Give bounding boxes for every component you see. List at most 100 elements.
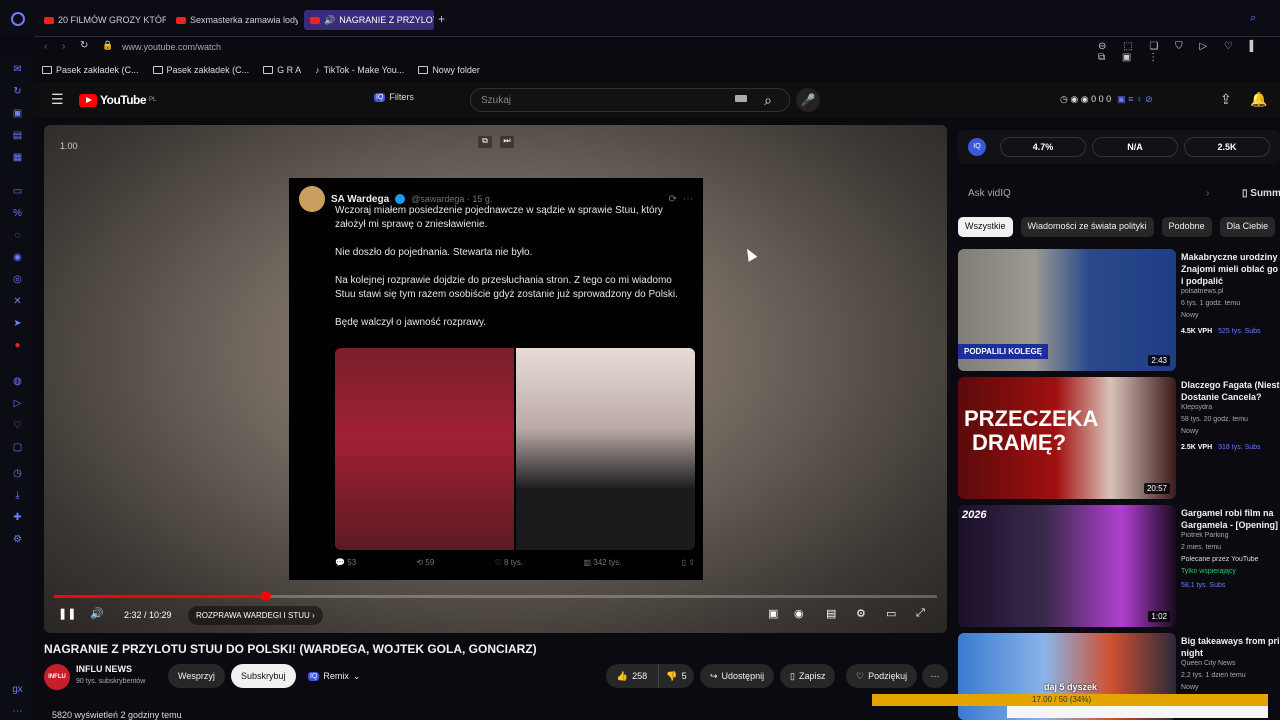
rec-badge: Nowy [1181,312,1199,319]
instagram-icon[interactable]: ◎ [12,274,23,285]
microphone-icon[interactable]: 🎤 [796,88,820,112]
video-player[interactable]: 1.00 ⧉ ⏭ SA Wardega @sawardega · 15 g. ⟳… [44,125,947,633]
percent-icon[interactable]: % [12,208,23,219]
support-button[interactable]: Wesprzyj [168,664,225,688]
send-icon[interactable]: › [1206,188,1209,199]
x-icon[interactable]: ✕ [12,296,23,307]
opera-logo-icon[interactable] [11,12,25,26]
channel-name[interactable]: INFLU NEWS [76,664,132,674]
bell-icon[interactable]: 🔔 [1250,91,1267,108]
summary-button[interactable]: ▯ Summ [1242,188,1280,199]
reload-icon[interactable]: ↻ [80,40,88,51]
twitch-icon[interactable]: ▭ [12,186,23,197]
autoplay-toggle-icon[interactable]: ◉ [794,607,804,620]
search-icon[interactable]: ⌕ [754,88,782,112]
browser-tab-bar: 20 FILMÓW GROZY KTÓRE Sexmasterka zamawi… [0,0,1280,36]
search-input[interactable]: Szukaj [470,88,790,112]
next-icon[interactable]: ⏭ [500,136,514,148]
scrubber-handle[interactable] [260,591,271,601]
thumbnail[interactable]: PRZECZEKA DRAMĘ? 20:57 [958,377,1176,499]
chip-for-you[interactable]: Dla Ciebie [1219,217,1276,237]
bookmark-folder[interactable]: Pasek zakładek (C... [152,65,249,75]
dislike-button[interactable]: 👎 5 [658,664,694,688]
subscribe-button[interactable]: Subskrybuj [231,664,296,688]
dislike-count: 5 [681,671,687,681]
ask-vidiq-input[interactable]: Ask vidIQ › ▯ Summ [958,182,1280,208]
record-icon[interactable]: ● [12,340,23,351]
rec-meta: 58 tys. 20 godz. temu [1181,416,1248,423]
share-icon: ↪ [710,670,718,681]
chevron-down-icon: ⌄ [352,670,361,681]
play-icon[interactable]: ▷ [12,398,23,409]
note-icon[interactable]: ▢ [12,442,23,453]
subtitles-icon[interactable]: ▤ [826,607,836,620]
bookmark-folder[interactable]: G R A [263,65,301,75]
theater-mode-icon[interactable]: ▭ [886,607,896,620]
thanks-label: Podziękuj [868,671,908,681]
search-tabs-icon[interactable]: ⌕ [1250,12,1256,25]
remix-button[interactable]: IQ Remix ⌄ [304,664,364,688]
views-stat: ▥ 342 tys. [583,558,622,567]
new-tab-button[interactable]: + [438,12,445,26]
chip-politics[interactable]: Wiadomości ze świata polityki [1020,217,1154,237]
save-button[interactable]: ▯ Zapisz [780,664,836,688]
volume-icon[interactable]: 🔊 [90,607,104,620]
goal-remaining [1006,706,1268,718]
recommended-video[interactable]: PRZECZEKA DRAMĘ? 20:57 Dlaczego Fagata (… [958,377,1280,501]
vidiq-player-icon[interactable]: ▣ [768,607,778,620]
ask-placeholder: Ask vidIQ [968,188,1011,199]
puzzle-icon[interactable]: ✚ [12,512,23,523]
youtube-logo[interactable]: YouTube PL [79,93,156,107]
avatar [299,186,325,212]
tab-1[interactable]: 20 FILMÓW GROZY KTÓRE [38,10,166,30]
likes-stat: ♡ 8 tys. [494,558,524,567]
vidiq-logo-icon[interactable]: IQ [968,138,986,156]
thumbnail[interactable]: 2026 1:02 [958,505,1176,627]
bookmark-folder[interactable]: Nowy folder [418,65,480,75]
video-icon[interactable]: ▦ [12,152,23,163]
download-icon[interactable]: ⤓ [12,490,23,501]
chapter-button[interactable]: ROZPRAWA WARDEGI I STUU › [188,606,323,625]
thumbs-down-icon: 👎 [666,670,678,681]
progress-bar[interactable] [54,591,937,601]
chip-similar[interactable]: Podobne [1161,217,1212,237]
miniplayer-icon[interactable]: ⧉ [478,136,492,148]
spotify-icon[interactable]: ◍ [12,376,23,387]
subs-value: 318 tys. Subs [1218,444,1261,451]
tab-3-active[interactable]: 🔊NAGRANIE Z PRZYLOTU [304,10,434,30]
settings-icon[interactable]: ⚙ [12,534,23,545]
chip-all[interactable]: Wszystkie [958,217,1013,237]
hamburger-menu-icon[interactable]: ☰ [51,91,64,108]
vidiq-toolbar-icons[interactable]: ▣ ≡ ♀ ⊘ [1117,94,1153,104]
url-field[interactable]: www.youtube.com/watch [122,42,221,52]
messenger-icon[interactable]: ✉ [12,64,23,75]
upload-icon[interactable]: ⇪ [1220,91,1232,108]
settings-icon[interactable]: ⚙ [856,607,866,620]
filters-button[interactable]: IQ Filters [374,92,414,102]
gx-icon[interactable]: gx [12,684,23,695]
share-button[interactable]: ↪ Udostępnij [700,664,775,688]
back-icon[interactable]: ‹ [44,41,47,52]
fullscreen-icon[interactable]: ⤢ [916,607,925,620]
more-icon[interactable]: ⋯ [12,706,23,717]
image-icon[interactable]: ▤ [12,130,23,141]
pause-icon[interactable]: ❚❚ [58,607,76,620]
discord-icon[interactable]: ◉ [12,252,23,263]
forward-icon[interactable]: › [62,41,65,52]
clock-icon[interactable]: ◷ [12,468,23,479]
thumbnail[interactable]: PODPALILI KOLEGĘ 2:43 [958,249,1176,371]
keyboard-icon[interactable] [735,95,747,102]
like-button[interactable]: 👍 258 [606,664,658,688]
tab-2[interactable]: Sexmasterka zamawia lody [170,10,298,30]
heart-icon[interactable]: ♡ [12,420,23,431]
bookmark-tiktok[interactable]: ♪ TikTok - Make You... [315,65,404,75]
history-icon[interactable]: ↻ [12,86,23,97]
bookmark-folder[interactable]: Pasek zakładek (C... [42,65,139,75]
recommended-video[interactable]: PODPALILI KOLEGĘ 2:43 Makabryczne urodzi… [958,249,1280,373]
channel-avatar[interactable]: INFLU [44,664,70,690]
recommended-video[interactable]: 2026 1:02 Gargamel robi film na Gargamela… [958,505,1280,629]
bag-icon[interactable]: ▣ [12,108,23,119]
telegram-icon[interactable]: ➤ [12,318,23,329]
speaker-icon: 🔊 [324,14,336,25]
chat-icon[interactable]: ◌ [12,230,23,241]
